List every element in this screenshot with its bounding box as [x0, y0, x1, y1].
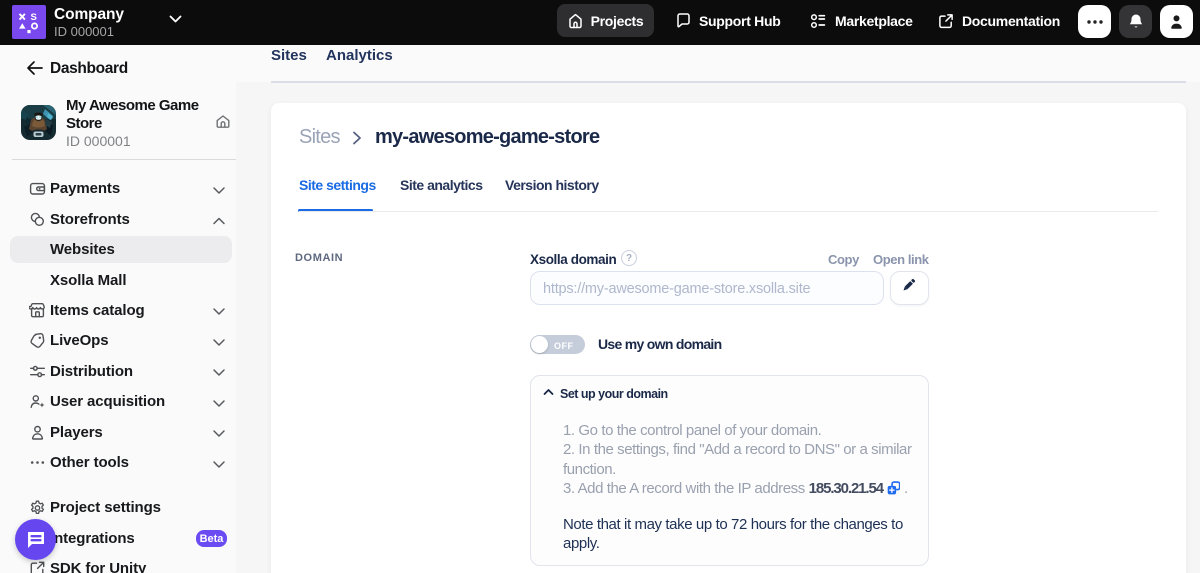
svg-text:S: S [31, 12, 37, 23]
